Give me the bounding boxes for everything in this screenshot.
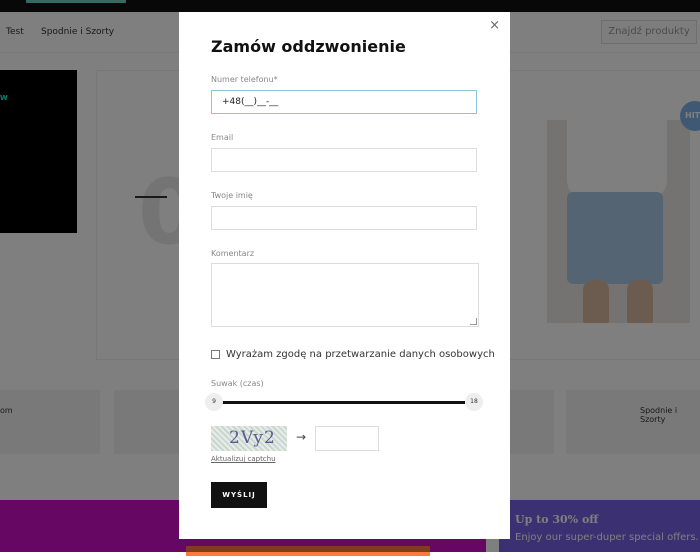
slider-handle-max[interactable]: 18 xyxy=(465,393,483,411)
email-label: Email xyxy=(211,133,234,142)
email-input[interactable] xyxy=(211,148,477,172)
callback-modal: × Zamów oddzwonienie Numer telefonu* +48… xyxy=(179,12,510,539)
name-label: Twoje imię xyxy=(211,191,253,200)
time-slider-track[interactable] xyxy=(215,401,465,404)
captcha-image: 2Vy2 xyxy=(211,426,287,451)
phone-label: Numer telefonu* xyxy=(211,75,278,84)
slider-label: Suwak (czas) xyxy=(211,379,264,388)
comment-textarea[interactable] xyxy=(211,263,479,327)
close-icon[interactable]: × xyxy=(489,18,500,33)
submit-button[interactable]: WYŚLIJ xyxy=(211,482,267,508)
captcha-text: 2Vy2 xyxy=(229,428,276,448)
slider-handle-min[interactable]: 9 xyxy=(205,393,223,411)
comment-label: Komentarz xyxy=(211,249,255,258)
resize-grip-icon[interactable] xyxy=(470,318,477,325)
captcha-refresh-link[interactable]: Aktualizuj captchu xyxy=(211,455,276,463)
arrow-right-icon: → xyxy=(296,430,307,444)
modal-title: Zamów oddzwonienie xyxy=(211,37,406,56)
captcha-input[interactable] xyxy=(315,426,379,451)
consent-row[interactable]: Wyrażam zgodę na przetwarzanie danych os… xyxy=(211,349,495,360)
phone-input[interactable]: +48(__)__-__ xyxy=(211,90,477,114)
name-input[interactable] xyxy=(211,206,477,230)
consent-label: Wyrażam zgodę na przetwarzanie danych os… xyxy=(226,349,495,360)
consent-checkbox[interactable] xyxy=(211,349,220,359)
